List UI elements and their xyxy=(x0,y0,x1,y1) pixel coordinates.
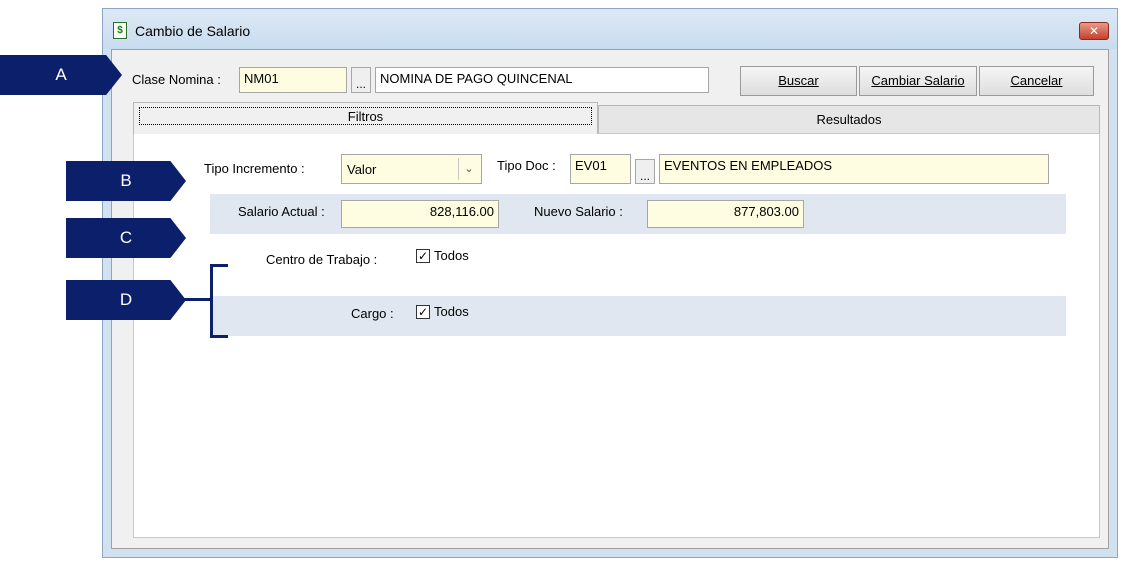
clase-nomina-label: Clase Nomina : xyxy=(132,72,221,87)
tab-filtros-label: Filtros xyxy=(139,107,592,125)
nuevo-salario-label: Nuevo Salario : xyxy=(534,204,623,219)
tab-filtros[interactable]: Filtros xyxy=(133,102,598,134)
cancelar-button[interactable]: Cancelar xyxy=(979,66,1094,96)
tab-resultados[interactable]: Resultados xyxy=(598,105,1100,134)
app-icon: $ xyxy=(113,22,127,39)
tipo-incremento-value: Valor xyxy=(347,162,377,177)
cargo-todos-checkbox[interactable]: ✓ xyxy=(416,305,430,319)
salary-band xyxy=(210,194,1066,234)
clase-nomina-description-field[interactable]: NOMINA DE PAGO QUINCENAL xyxy=(375,67,709,93)
cargo-label: Cargo : xyxy=(351,306,394,321)
filtros-panel: Tipo Incremento : Valor ⌄ Tipo Doc : EV0… xyxy=(133,133,1100,538)
chevron-down-icon[interactable]: ⌄ xyxy=(458,158,479,180)
centro-todos-label: Todos xyxy=(434,248,469,263)
salary-change-window: $ Cambio de Salario ✕ Clase Nomina : NM0… xyxy=(102,8,1118,558)
client-area: Clase Nomina : NM01 ... NOMINA DE PAGO Q… xyxy=(111,49,1109,549)
cargo-todos-label: Todos xyxy=(434,304,469,319)
clase-nomina-code-field[interactable]: NM01 xyxy=(239,67,347,93)
clase-nomina-lookup-button[interactable]: ... xyxy=(351,67,371,93)
tipo-incremento-label: Tipo Incremento : xyxy=(204,161,305,176)
buscar-button[interactable]: Buscar xyxy=(740,66,857,96)
bracket-d-tip xyxy=(180,298,212,301)
tab-resultados-label: Resultados xyxy=(816,112,882,127)
cargo-band xyxy=(210,296,1066,336)
callout-d: D xyxy=(66,280,186,320)
bracket-d xyxy=(210,264,228,338)
window-title: Cambio de Salario xyxy=(135,23,251,39)
close-button[interactable]: ✕ xyxy=(1079,22,1109,40)
callout-a: A xyxy=(0,55,122,95)
salario-actual-field[interactable]: 828,116.00 xyxy=(341,200,499,228)
tipo-doc-lookup-button[interactable]: ... xyxy=(635,159,655,184)
tipo-doc-code-field[interactable]: EV01 xyxy=(570,154,631,184)
tipo-doc-label: Tipo Doc : xyxy=(497,158,556,173)
tipo-doc-description-field[interactable]: EVENTOS EN EMPLEADOS xyxy=(659,154,1049,184)
nuevo-salario-field[interactable]: 877,803.00 xyxy=(647,200,804,228)
salario-actual-label: Salario Actual : xyxy=(238,204,325,219)
title-bar[interactable]: $ Cambio de Salario ✕ xyxy=(103,9,1117,49)
tipo-incremento-select[interactable]: Valor ⌄ xyxy=(341,154,482,184)
callout-b: B xyxy=(66,161,186,201)
cambiar-salario-button[interactable]: Cambiar Salario xyxy=(859,66,977,96)
centro-trabajo-label: Centro de Trabajo : xyxy=(266,252,378,267)
callout-c: C xyxy=(66,218,186,258)
centro-todos-checkbox[interactable]: ✓ xyxy=(416,249,430,263)
